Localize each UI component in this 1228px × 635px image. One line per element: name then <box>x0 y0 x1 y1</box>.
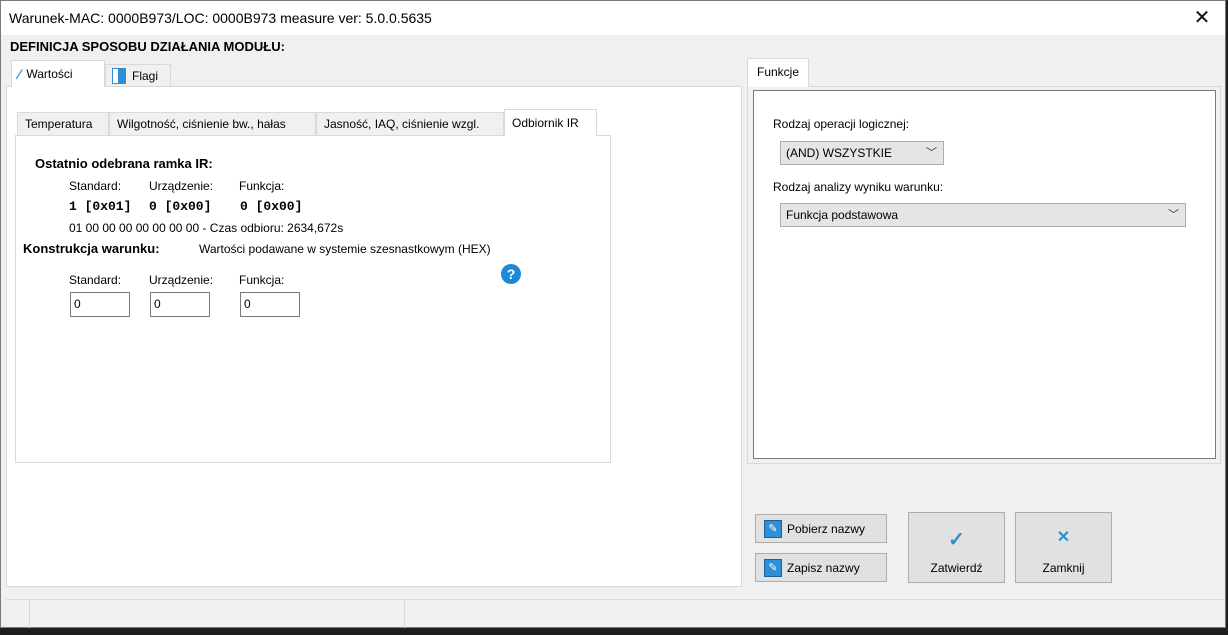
download-names-icon: ✎ <box>764 519 782 538</box>
close-button[interactable]: ✕ Zamknij <box>1015 512 1112 583</box>
title-bar: Warunek-MAC: 0000B973/LOC: 0000B973 meas… <box>1 1 1225 35</box>
dialog-window: Warunek-MAC: 0000B973/LOC: 0000B973 meas… <box>0 0 1226 628</box>
chevron-down-icon: ﹀ <box>1168 209 1179 221</box>
save-names-label: Zapisz nazwy <box>787 560 860 575</box>
device-value: 0 [0x00] <box>149 199 212 214</box>
function-col-label: Funkcja: <box>239 179 285 193</box>
tab-wartosci-label: Wartości <box>26 67 73 81</box>
logic-op-label: Rodzaj operacji logicznej: <box>773 117 910 131</box>
fetch-names-label: Pobierz nazwy <box>787 521 866 536</box>
close-window-button[interactable]: ✕ <box>1179 1 1225 35</box>
analysis-label: Rodzaj analizy wyniku warunku: <box>773 180 944 194</box>
function-value: 0 [0x00] <box>240 199 303 214</box>
fetch-names-button[interactable]: ✎ Pobierz nazwy <box>755 514 887 543</box>
window-title: Warunek-MAC: 0000B973/LOC: 0000B973 meas… <box>9 10 432 26</box>
tab-funkcje[interactable]: Funkcje <box>747 58 810 87</box>
confirm-button[interactable]: ✓ Zatwierdź <box>908 512 1005 583</box>
tab-flagi[interactable]: Flagi <box>105 64 171 87</box>
analysis-value: Funkcja podstawowa <box>786 208 899 222</box>
subtab-odbiornik-ir[interactable]: Odbiornik IR <box>504 109 597 136</box>
confirm-label: Zatwierdź <box>930 561 983 575</box>
standard-input[interactable]: 0 <box>70 292 130 317</box>
device-input[interactable]: 0 <box>150 292 210 317</box>
function-input-label: Funkcja: <box>239 273 285 287</box>
last-frame-title: Ostatnio odebrana ramka IR: <box>35 156 213 171</box>
subtab-temperatura[interactable]: Temperatura <box>17 112 109 136</box>
tab-wartosci[interactable]: ⁄ Wartości <box>11 60 105 87</box>
status-segment <box>6 600 30 628</box>
device-input-label: Urządzenie: <box>149 273 214 287</box>
analysis-select[interactable]: Funkcja podstawowa ﹀ <box>780 203 1186 227</box>
logic-op-select[interactable]: (AND) WSZYSTKIE ﹀ <box>780 141 944 165</box>
save-names-button[interactable]: ✎ Zapisz nazwy <box>755 553 887 582</box>
logic-op-value: (AND) WSZYSTKIE <box>786 146 893 160</box>
raw-frame-text: 01 00 00 00 00 00 00 00 - Czas odbioru: … <box>69 221 344 235</box>
save-names-icon: ✎ <box>764 558 782 577</box>
tab-flagi-label: Flagi <box>132 69 159 83</box>
construction-title: Konstrukcja warunku: <box>23 241 160 256</box>
status-segment <box>30 600 405 628</box>
help-icon[interactable]: ? <box>501 264 521 284</box>
device-col-label: Urządzenie: <box>149 179 214 193</box>
status-bar <box>6 599 1224 628</box>
chevron-down-icon: ﹀ <box>926 147 937 159</box>
close-label: Zamknij <box>1042 561 1085 575</box>
subtab-wilgotnosc[interactable]: Wilgotność, ciśnienie bw., hałas <box>109 112 316 136</box>
checkmark-icon: ✓ <box>948 529 965 551</box>
standard-input-label: Standard: <box>69 273 122 287</box>
page-heading: DEFINICJA SPOSOBU DZIAŁANIA MODUŁU: <box>10 39 285 54</box>
subtab-jasnosc[interactable]: Jasność, IAQ, ciśnienie wzgl. <box>316 112 504 136</box>
hex-note: Wartości podawane w systemie szesnastkow… <box>199 242 491 256</box>
flag-icon <box>112 68 126 84</box>
wand-icon: ⁄ <box>18 66 21 82</box>
function-input[interactable]: 0 <box>240 292 300 317</box>
standard-col-label: Standard: <box>69 179 122 193</box>
standard-value: 1 [0x01] <box>69 199 132 214</box>
close-icon: ✕ <box>1056 529 1071 546</box>
